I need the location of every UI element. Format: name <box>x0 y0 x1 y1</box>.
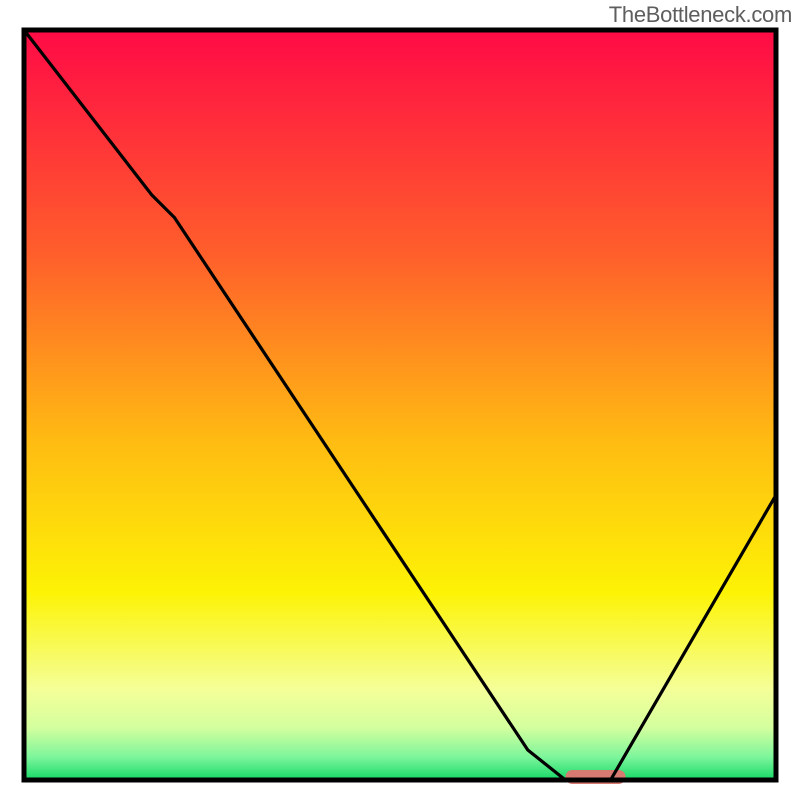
plot-background <box>24 30 776 780</box>
bottleneck-chart <box>0 0 800 800</box>
watermark-text: TheBottleneck.com <box>609 2 792 28</box>
chart-frame: TheBottleneck.com <box>0 0 800 800</box>
